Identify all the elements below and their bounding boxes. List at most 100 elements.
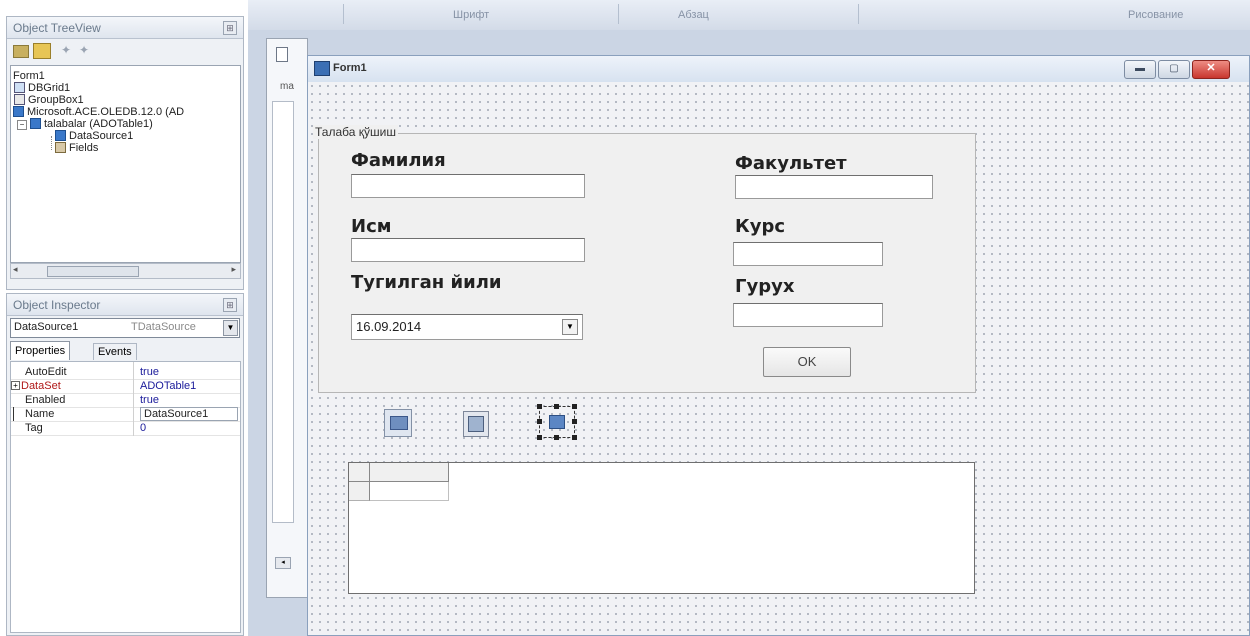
maximize-icon[interactable]: ▢ (1158, 60, 1190, 79)
arrow-down-icon[interactable]: ✦ (79, 43, 89, 57)
prop-row-autoedit[interactable]: AutoEdit true (11, 365, 240, 380)
treeview-title-text: Object TreeView (13, 21, 101, 35)
selection-handle[interactable] (537, 404, 542, 409)
tree-item-fields[interactable]: Fields (55, 142, 98, 154)
selection-handle[interactable] (537, 419, 542, 424)
groupbox[interactable]: Талаба қўшиш Фамилия Исм Тугилган йили 1… (313, 125, 976, 393)
ribbon-bar: Шрифт Абзац Рисование (248, 0, 1250, 31)
selected-marker (13, 407, 14, 421)
ribbon-group-drawing[interactable]: Рисование (1128, 9, 1183, 21)
groupbox-caption: Талаба қўшиш (313, 125, 398, 139)
chevron-down-icon[interactable]: ▼ (562, 319, 578, 335)
connection-icon (13, 106, 24, 117)
dbgrid-indicator-cell (349, 463, 370, 482)
scroll-thumb[interactable] (47, 266, 139, 277)
fakultet-input[interactable] (735, 175, 933, 199)
tree-item-datasource1[interactable]: DataSource1 (55, 130, 133, 142)
component-name: DataSource1 (14, 321, 79, 333)
date-value: 16.09.2014 (356, 319, 422, 334)
component-selector[interactable]: DataSource1 TDataSource ▼ (10, 318, 240, 338)
ok-button[interactable]: OK (763, 347, 851, 377)
tree-item-table[interactable]: − talabalar (ADOTable1) (17, 118, 153, 130)
tree-item-connection[interactable]: Microsoft.ACE.OLEDB.12.0 (AD (13, 106, 184, 118)
kurs-input[interactable] (733, 242, 883, 266)
form-window: Form1 ▬ ▢ ✕ Талаба қўшиш Фамилия Исм Туг… (307, 55, 1250, 636)
groupbox-icon (14, 94, 25, 105)
adotable-icon[interactable] (463, 411, 489, 437)
treeview-title: Object TreeView ⊞ (7, 17, 243, 39)
date-picker[interactable]: 16.09.2014 ▼ (351, 314, 583, 340)
column-divider (133, 362, 134, 436)
object-treeview-panel: Object TreeView ⊞ ✦ ✦ Form1 DBGrid1 Grou… (6, 16, 244, 290)
prop-row-dataset[interactable]: + DataSet ADOTable1 (11, 379, 240, 394)
form-titlebar: Form1 ▬ ▢ ✕ (308, 56, 1249, 83)
editor-window: ma ◂ (266, 38, 308, 598)
tree-item-form1[interactable]: Form1 (13, 70, 45, 82)
scroll-right-icon[interactable]: ▸ (231, 264, 236, 275)
form-title: Form1 (333, 62, 367, 74)
prop-row-enabled[interactable]: Enabled true (11, 393, 240, 408)
treeview-toolbar: ✦ ✦ (13, 43, 233, 61)
tab-events[interactable]: Events (93, 343, 137, 360)
adoconnection-glyph (390, 416, 408, 430)
selection-handle[interactable] (572, 435, 577, 440)
prop-row-tag[interactable]: Tag 0 (11, 421, 240, 436)
arrow-up-icon[interactable]: ✦ (61, 43, 71, 57)
adoconnection-icon[interactable] (384, 409, 412, 437)
selection-handle[interactable] (572, 419, 577, 424)
inspector-title-text: Object Inspector (13, 298, 101, 312)
tab-properties[interactable]: Properties (10, 341, 71, 360)
chevron-down-icon[interactable]: ▼ (223, 320, 238, 336)
open-folder-icon[interactable] (33, 43, 51, 59)
expand-icon[interactable]: + (11, 381, 20, 390)
dbgrid-header-cell[interactable] (370, 463, 449, 482)
ribbon-group-font[interactable]: Шрифт (453, 9, 489, 21)
label-familiya: Фамилия (351, 150, 446, 171)
dbgrid-indicator-cell (349, 482, 370, 501)
minimize-icon[interactable]: ▬ (1124, 60, 1156, 79)
table-icon (30, 118, 41, 129)
adotable-glyph (468, 416, 484, 432)
page-icon[interactable] (276, 47, 288, 62)
ribbon-group-paragraph[interactable]: Абзац (678, 9, 709, 21)
fields-icon (55, 142, 66, 153)
selection-handle[interactable] (554, 404, 559, 409)
inspector-title: Object Inspector ⊞ (7, 294, 243, 316)
selection-handle[interactable] (537, 435, 542, 440)
expand-icon[interactable]: − (17, 120, 27, 130)
label-ism: Исм (351, 216, 392, 237)
tree-item-dbgrid1[interactable]: DBGrid1 (14, 82, 70, 94)
editor-tab-label[interactable]: ma (280, 81, 294, 92)
datasource-icon[interactable] (537, 404, 577, 440)
ribbon-separator (343, 4, 344, 24)
pin-icon[interactable]: ⊞ (223, 298, 237, 312)
ok-button-label: OK (797, 354, 817, 369)
datasource-glyph (549, 415, 565, 429)
treeview-list: Form1 DBGrid1 GroupBox1 Microsoft.ACE.OL… (10, 65, 241, 263)
dbgrid[interactable] (348, 462, 975, 594)
property-grid: AutoEdit true + DataSet ADOTable1 Enable… (10, 361, 241, 633)
selection-handle[interactable] (554, 435, 559, 440)
label-tugilgan: Тугилган йили (351, 272, 502, 293)
familiya-input[interactable] (351, 174, 585, 198)
pin-icon[interactable]: ⊞ (223, 21, 237, 35)
ism-input[interactable] (351, 238, 585, 262)
form-canvas[interactable]: Талаба қўшиш Фамилия Исм Тугилган йили 1… (308, 82, 1249, 635)
selection-handle[interactable] (572, 404, 577, 409)
label-kurs: Курс (735, 216, 786, 237)
scroll-left-icon[interactable]: ◂ (13, 264, 18, 275)
prop-row-name[interactable]: Name DataSource1 (11, 407, 240, 422)
treeview-hscrollbar[interactable]: ◂ ▸ (10, 263, 241, 279)
form-icon (314, 61, 330, 76)
dbgrid-cell[interactable] (370, 482, 449, 501)
folder-icon[interactable] (13, 45, 29, 58)
label-guruh: Гурух (735, 276, 795, 297)
tree-item-groupbox1[interactable]: GroupBox1 (14, 94, 84, 106)
tree-line (51, 136, 53, 150)
scroll-left-icon[interactable]: ◂ (275, 557, 291, 569)
component-type: TDataSource (131, 321, 196, 333)
dbgrid-icon (14, 82, 25, 93)
close-icon[interactable]: ✕ (1192, 60, 1230, 79)
object-inspector-panel: Object Inspector ⊞ DataSource1 TDataSour… (6, 293, 244, 636)
guruh-input[interactable] (733, 303, 883, 327)
